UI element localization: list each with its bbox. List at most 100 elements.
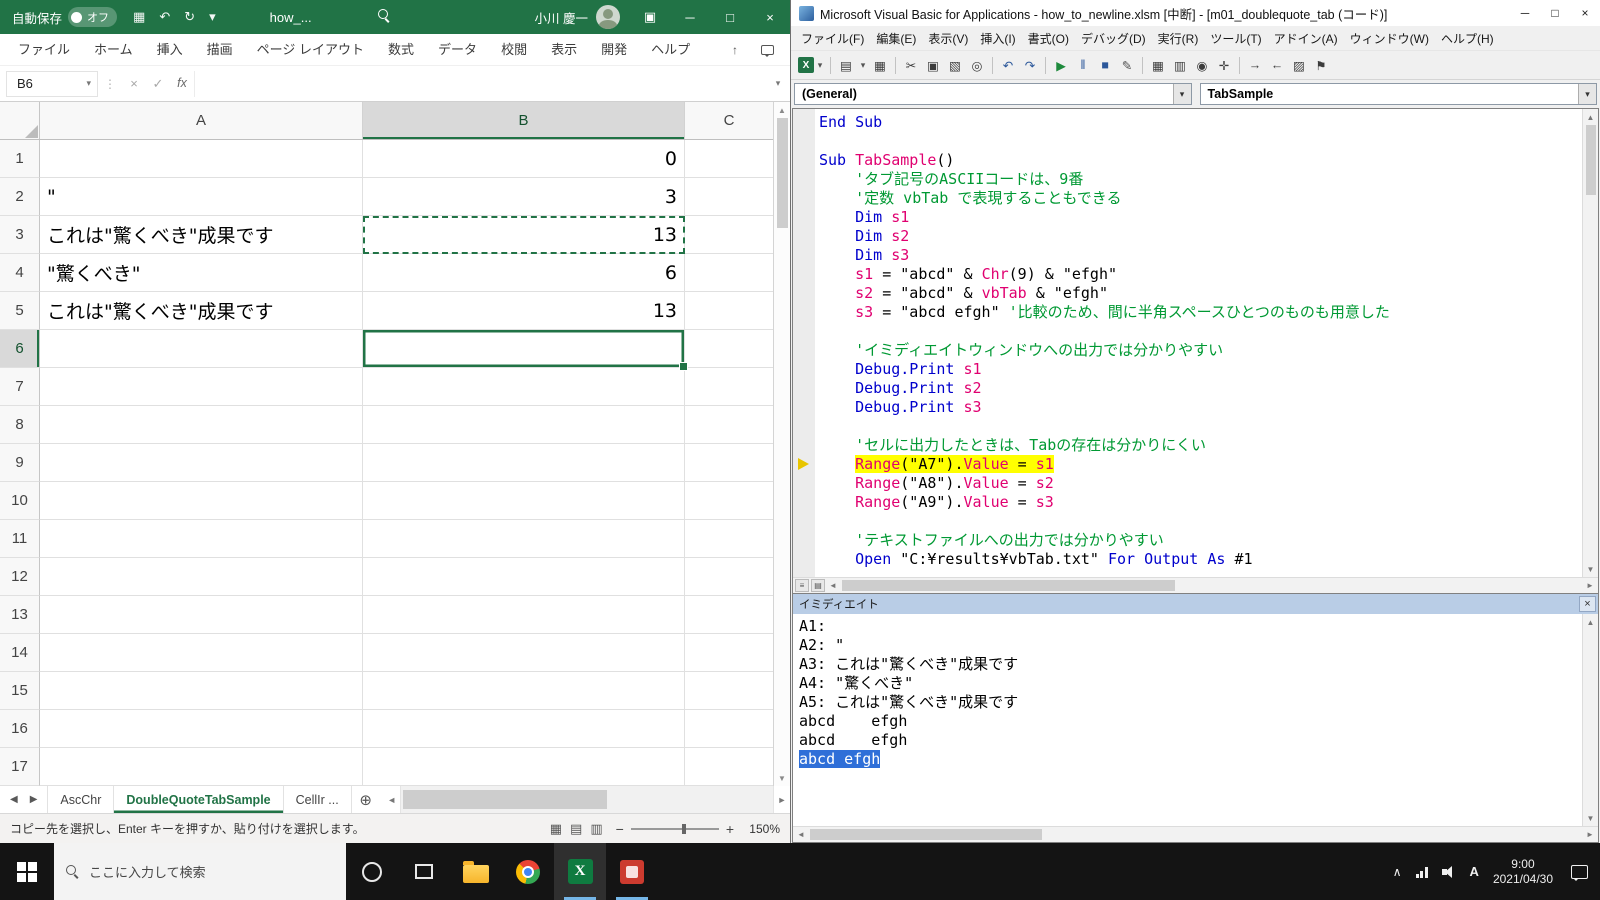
minimize-button[interactable]: ─: [670, 0, 710, 34]
maximize-button[interactable]: □: [710, 0, 750, 34]
vba-menu-item[interactable]: ファイル(F): [795, 30, 870, 47]
vba-menu-item[interactable]: ヘルプ(H): [1435, 30, 1500, 47]
account-chip[interactable]: 小川 慶一: [535, 5, 620, 29]
paste-icon[interactable]: ▧: [945, 55, 965, 75]
sheet-tab[interactable]: DoubleQuoteTabSample: [114, 786, 283, 813]
cell-B7[interactable]: [363, 368, 685, 406]
page-break-view-icon[interactable]: ▥: [587, 821, 605, 837]
scroll-right-icon[interactable]: ►: [1582, 581, 1598, 590]
scroll-down-icon[interactable]: ▼: [1583, 561, 1598, 577]
procedure-view-icon[interactable]: ≡: [795, 579, 809, 592]
cell-A7[interactable]: [40, 368, 363, 406]
ribbon-tab[interactable]: 数式: [376, 34, 426, 65]
cell-C7[interactable]: [685, 368, 773, 406]
cortana-button[interactable]: [346, 843, 398, 900]
comment-block-icon[interactable]: ▨: [1289, 55, 1309, 75]
undo-icon[interactable]: ↶: [998, 55, 1018, 75]
cell-C1[interactable]: [685, 140, 773, 178]
ribbon-tab[interactable]: ページ レイアウト: [245, 34, 376, 65]
cell-A6[interactable]: [40, 330, 363, 368]
hscroll-thumb[interactable]: [810, 829, 1042, 840]
insert-userform-icon[interactable]: ▤: [836, 55, 856, 75]
zoom-level[interactable]: 150%: [744, 822, 780, 836]
cell-C12[interactable]: [685, 558, 773, 596]
search-icon[interactable]: [378, 9, 391, 25]
expand-formula-bar-icon[interactable]: ▾: [766, 78, 790, 89]
normal-view-icon[interactable]: ▦: [547, 821, 565, 837]
row-header-17[interactable]: 17: [0, 748, 40, 786]
cell-A15[interactable]: [40, 672, 363, 710]
row-header-15[interactable]: 15: [0, 672, 40, 710]
cell-C10[interactable]: [685, 482, 773, 520]
hscroll-thumb[interactable]: [842, 580, 1175, 591]
task-view-button[interactable]: [398, 843, 450, 900]
cell-B16[interactable]: [363, 710, 685, 748]
cell-A3[interactable]: これは"驚くべき"成果です: [40, 216, 363, 254]
ribbon-tab[interactable]: データ: [426, 34, 489, 65]
zoom-slider-thumb[interactable]: [682, 824, 686, 834]
close-button[interactable]: ×: [750, 0, 790, 34]
column-header-C[interactable]: C: [685, 102, 773, 139]
ribbon-tab[interactable]: 校閲: [489, 34, 539, 65]
chevron-up-icon[interactable]: ∧: [1393, 865, 1402, 879]
network-icon[interactable]: [1416, 866, 1428, 878]
hscroll-left-icon[interactable]: ◄: [384, 795, 400, 805]
ribbon-tab[interactable]: 挿入: [145, 34, 195, 65]
cell-C15[interactable]: [685, 672, 773, 710]
vba-menu-item[interactable]: 編集(E): [870, 30, 922, 47]
cell-B15[interactable]: [363, 672, 685, 710]
cell-B1[interactable]: 0: [363, 140, 685, 178]
chevron-down-icon[interactable]: ▾: [815, 55, 825, 75]
ribbon-display-options-icon[interactable]: ▣: [630, 0, 670, 34]
minimize-button[interactable]: ─: [1510, 0, 1540, 26]
row-header-7[interactable]: 7: [0, 368, 40, 406]
scroll-left-icon[interactable]: ◄: [793, 830, 809, 839]
column-header-A[interactable]: A: [40, 102, 363, 139]
sheet-vertical-scrollbar[interactable]: ▲ ▼: [773, 102, 790, 786]
code-lines[interactable]: End SubSub TabSample() 'タブ記号のASCIIコードは、9…: [815, 109, 1582, 577]
cell-C17[interactable]: [685, 748, 773, 786]
sheet-nav-left-icon[interactable]: ◀: [10, 794, 18, 805]
cell-A12[interactable]: [40, 558, 363, 596]
cell-A16[interactable]: [40, 710, 363, 748]
zoom-in-icon[interactable]: +: [726, 821, 734, 837]
chrome-button[interactable]: [502, 843, 554, 900]
cell-C5[interactable]: [685, 292, 773, 330]
red-app-taskbar-button[interactable]: [606, 843, 658, 900]
properties-window-icon[interactable]: ▥: [1170, 55, 1190, 75]
hscroll-right-icon[interactable]: ►: [774, 795, 790, 805]
ribbon-tab[interactable]: 描画: [195, 34, 245, 65]
row-header-6[interactable]: 6: [0, 330, 40, 368]
redo-icon[interactable]: ↻: [184, 9, 195, 25]
row-header-4[interactable]: 4: [0, 254, 40, 292]
sheet-nav-right-icon[interactable]: ▶: [30, 794, 38, 805]
immediate-vertical-scrollbar[interactable]: ▲ ▼: [1582, 614, 1598, 826]
undo-icon[interactable]: ↶: [159, 9, 170, 25]
excel-taskbar-button[interactable]: X: [554, 843, 606, 900]
cell-B13[interactable]: [363, 596, 685, 634]
volume-icon[interactable]: [1442, 866, 1456, 878]
restore-button[interactable]: □: [1540, 0, 1570, 26]
cell-A4[interactable]: "驚くべき": [40, 254, 363, 292]
cell-C13[interactable]: [685, 596, 773, 634]
cell-A11[interactable]: [40, 520, 363, 558]
row-header-8[interactable]: 8: [0, 406, 40, 444]
object-dropdown[interactable]: (General) ▾: [794, 83, 1192, 105]
zoom-slider[interactable]: [631, 828, 719, 830]
vba-menu-item[interactable]: アドイン(A): [1268, 30, 1344, 47]
save-icon[interactable]: ▦: [133, 9, 145, 25]
notification-center-icon[interactable]: [1571, 865, 1588, 879]
cell-C2[interactable]: [685, 178, 773, 216]
row-header-5[interactable]: 5: [0, 292, 40, 330]
row-header-13[interactable]: 13: [0, 596, 40, 634]
scroll-up-icon[interactable]: ▲: [1583, 109, 1598, 125]
copy-icon[interactable]: ▣: [923, 55, 943, 75]
close-button[interactable]: ×: [1570, 0, 1600, 26]
scroll-down-icon[interactable]: ▼: [1583, 810, 1598, 826]
row-header-16[interactable]: 16: [0, 710, 40, 748]
row-header-12[interactable]: 12: [0, 558, 40, 596]
project-explorer-icon[interactable]: ▦: [1148, 55, 1168, 75]
vba-menu-item[interactable]: 挿入(I): [974, 30, 1021, 47]
vba-menu-item[interactable]: 書式(O): [1022, 30, 1075, 47]
cell-A8[interactable]: [40, 406, 363, 444]
